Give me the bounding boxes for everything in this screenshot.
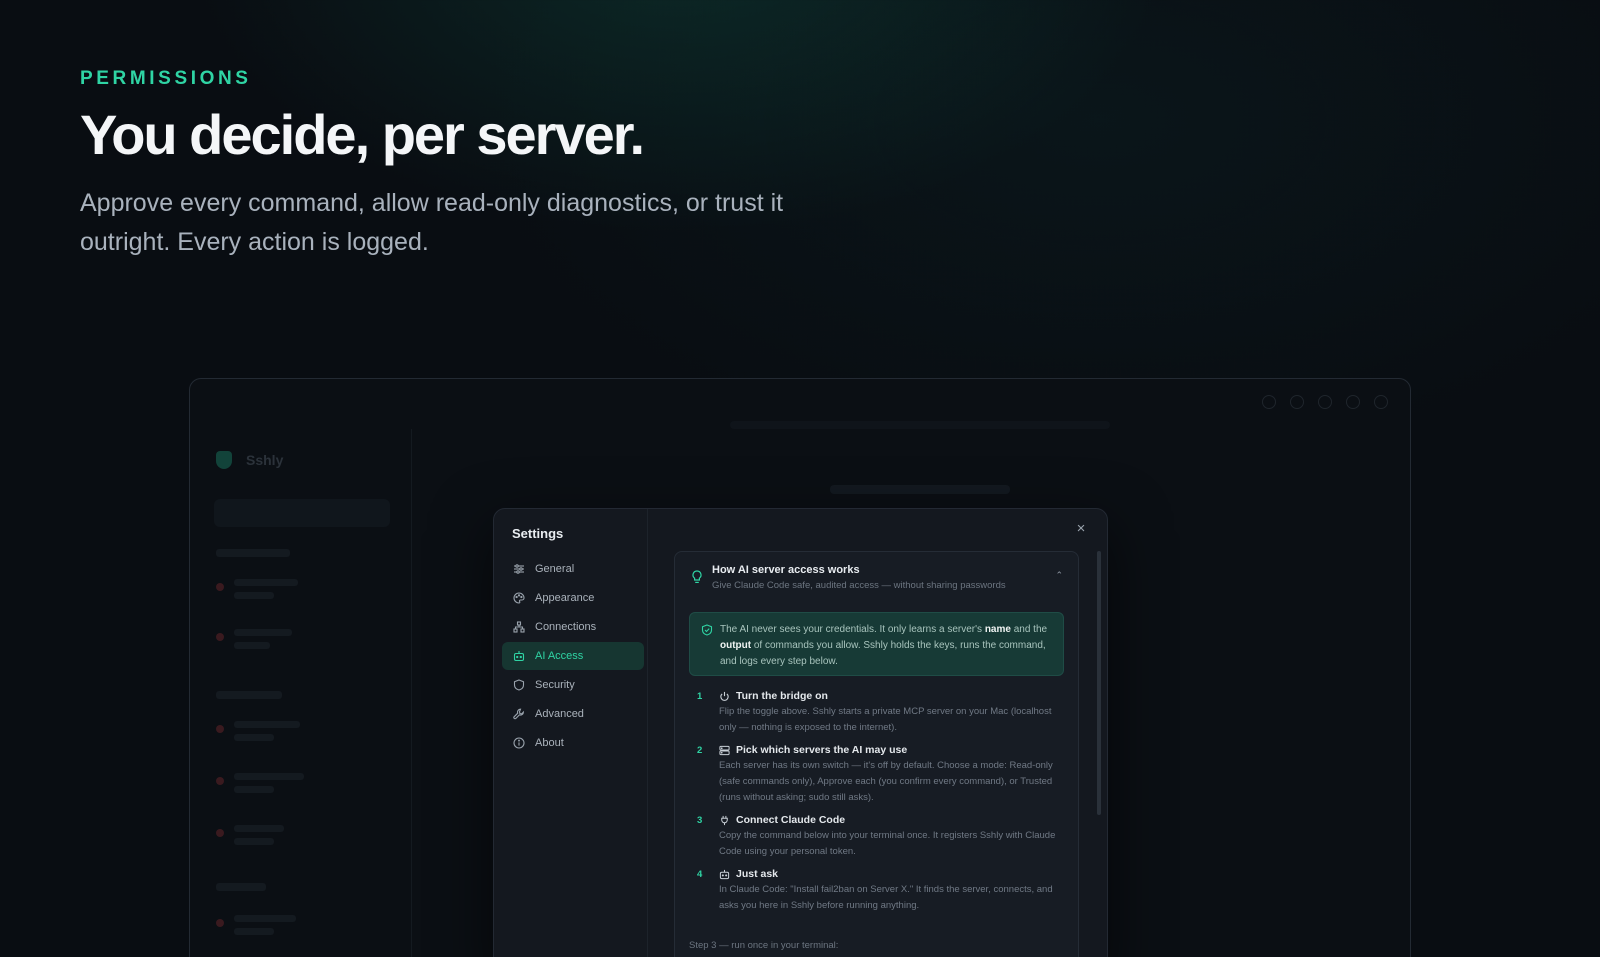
nav-item-label: AI Access (535, 650, 584, 662)
sidebar-server-item[interactable] (216, 915, 296, 941)
shield-check-icon (701, 624, 713, 636)
headline: You decide, per server. (80, 103, 645, 166)
window-toolbar (1262, 395, 1388, 409)
network-icon (512, 621, 525, 634)
step-item: 2 Pick which servers the AI may use Each… (689, 742, 1064, 806)
credentials-callout: The AI never sees your credentials. It o… (689, 612, 1064, 676)
step-title: Pick which servers the AI may use (736, 744, 908, 756)
sidebar-server-item[interactable] (216, 825, 284, 851)
step-body: Copy the command below into your termina… (719, 830, 1056, 857)
robot-icon (719, 869, 730, 879)
nav-item-label: Security (535, 679, 575, 691)
nav-item-about[interactable]: About (502, 729, 644, 757)
settings-title: Settings (512, 526, 564, 541)
dimmed-tabbar (730, 421, 1110, 429)
ai-access-panel: How AI server access works Give Claude C… (674, 551, 1079, 957)
sidebar-server-item[interactable] (216, 773, 304, 799)
hero-section: PERMISSIONS You decide, per server. Appr… (80, 68, 980, 262)
sidebar-server-item[interactable] (216, 721, 300, 747)
server-icon (719, 745, 730, 755)
nav-item-ai-access[interactable]: AI Access (502, 642, 644, 670)
step-number: 4 (697, 869, 703, 880)
step-body: Flip the toggle above. Sshly starts a pr… (719, 706, 1052, 733)
info-icon (512, 737, 525, 750)
panel-title: How AI server access works (712, 564, 860, 576)
steps-list: 1 Turn the bridge on Flip the toggle abo… (689, 688, 1064, 920)
step-title: Connect Claude Code (736, 814, 846, 826)
panel-subtitle: Give Claude Code safe, audited access — … (712, 580, 1006, 591)
shield-icon (512, 679, 525, 692)
eyebrow-label: PERMISSIONS (80, 68, 252, 89)
sidebar-server-item[interactable] (216, 629, 292, 655)
sidebar-search-input[interactable] (214, 499, 390, 527)
wrench-icon (512, 708, 525, 721)
sidebar-server-item[interactable] (216, 579, 298, 605)
scrollbar[interactable] (1097, 551, 1101, 815)
toolbar-icon[interactable] (1374, 395, 1388, 409)
brand-name: Sshly (246, 452, 284, 468)
step-title: Turn the bridge on (736, 690, 828, 702)
sidebar-group-header (216, 691, 282, 699)
brand: Sshly (216, 451, 283, 469)
step-number: 3 (697, 815, 703, 826)
status-dot-icon (216, 725, 224, 733)
palette-icon (512, 592, 525, 605)
toolbar-icon[interactable] (1346, 395, 1360, 409)
lede-text: Approve every command, allow read-only d… (80, 188, 784, 256)
callout-text: The AI never sees your credentials. It o… (720, 624, 1048, 667)
panel-header[interactable]: How AI server access works Give Claude C… (691, 564, 1063, 596)
step-body: Each server has its own switch — it's of… (719, 760, 1053, 803)
status-dot-icon (216, 919, 224, 927)
nav-item-label: General (535, 563, 575, 575)
dimmed-empty-state (830, 485, 1010, 494)
nav-item-label: Appearance (535, 592, 595, 604)
nav-item-security[interactable]: Security (502, 671, 644, 699)
lightbulb-icon (692, 570, 702, 583)
nav-item-connections[interactable]: Connections (502, 613, 644, 641)
status-dot-icon (216, 829, 224, 837)
close-icon[interactable]: × (1073, 521, 1089, 537)
nav-item-appearance[interactable]: Appearance (502, 584, 644, 612)
settings-nav-list: General Appearance Connections AI Access… (502, 555, 644, 758)
status-dot-icon (216, 583, 224, 591)
settings-modal: Settings General Appearance Connections … (493, 508, 1108, 957)
robot-icon (512, 650, 525, 663)
status-dot-icon (216, 777, 224, 785)
step-item: 4 Just ask In Claude Code: "Install fail… (689, 866, 1064, 914)
command-label: Step 3 — run once in your terminal: (689, 940, 839, 951)
sidebar-group-header (216, 549, 290, 557)
brand-logo-icon (216, 451, 232, 469)
step-body: In Claude Code: "Install fail2ban on Ser… (719, 884, 1053, 911)
nav-item-label: Connections (535, 621, 597, 633)
step-title: Just ask (736, 868, 779, 880)
nav-item-label: Advanced (535, 708, 584, 720)
step-item: 3 Connect Claude Code Copy the command b… (689, 812, 1064, 860)
toolbar-icon[interactable] (1318, 395, 1332, 409)
step-item: 1 Turn the bridge on Flip the toggle abo… (689, 688, 1064, 736)
toolbar-icon[interactable] (1290, 395, 1304, 409)
plug-icon (721, 815, 728, 825)
settings-nav: Settings General Appearance Connections … (494, 509, 648, 957)
nav-item-advanced[interactable]: Advanced (502, 700, 644, 728)
sidebar-group-header (216, 883, 266, 891)
power-icon (720, 691, 729, 701)
emphasis-output: output (720, 640, 752, 651)
chevron-up-icon[interactable]: ⌃ (1055, 570, 1063, 581)
nav-item-general[interactable]: General (502, 555, 644, 583)
status-dot-icon (216, 633, 224, 641)
nav-item-label: About (535, 737, 564, 749)
toolbar-icon[interactable] (1262, 395, 1276, 409)
step-number: 2 (697, 745, 703, 756)
emphasis-name: name (984, 624, 1011, 635)
sliders-icon (512, 563, 525, 576)
step-number: 1 (697, 691, 703, 702)
app-sidebar: Sshly (190, 429, 412, 957)
